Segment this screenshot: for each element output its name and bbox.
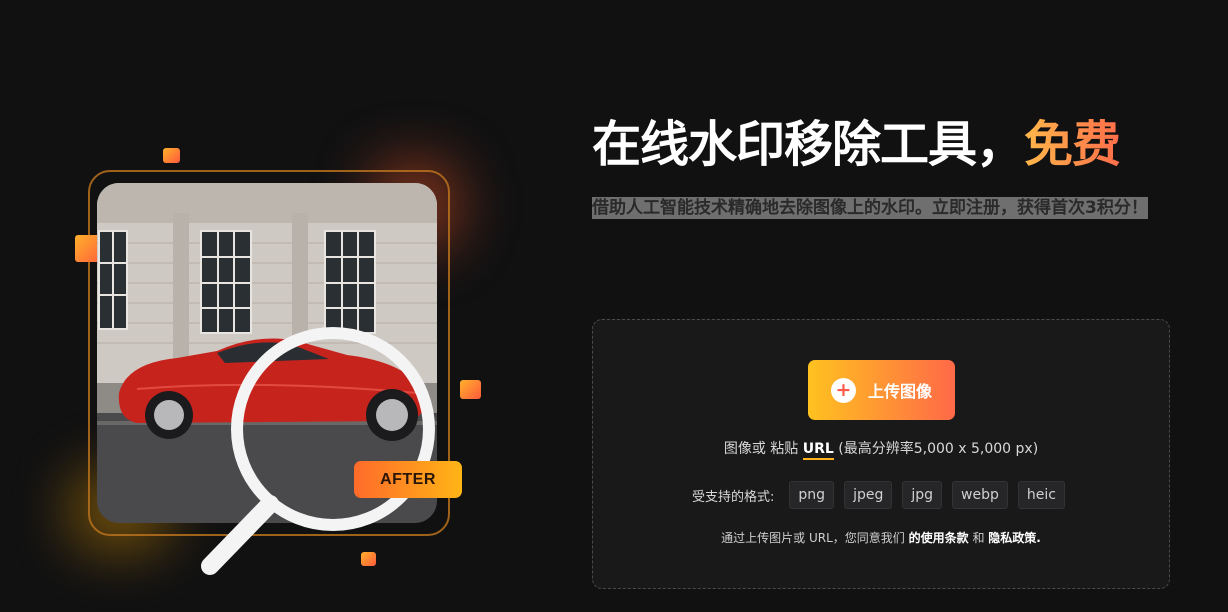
format-chip: jpg <box>902 481 943 509</box>
privacy-policy-link[interactable]: 隐私政策. <box>988 531 1041 545</box>
subtitle-text: 借助人工智能技术精确地去除图像上的水印。立即注册，获得首次3积分！ <box>592 197 1148 219</box>
format-chip: heic <box>1017 481 1065 509</box>
upload-button-label: 上传图像 <box>867 382 932 401</box>
format-chip: png <box>789 481 835 509</box>
magnifier-icon <box>201 327 435 575</box>
upload-dropzone[interactable]: + 上传图像 图像或 粘贴 URL (最高分辨率5,000 x 5,000 px… <box>592 319 1170 589</box>
hero-illustration: AFTER <box>0 0 560 612</box>
title-highlight: 免费 <box>1024 116 1121 173</box>
decor-square <box>460 380 481 399</box>
paste-suffix: (最高分辨率5,000 x 5,000 px) <box>838 441 1039 457</box>
terms-notice: 通过上传图片或 URL，您同意我们 的使用条款 和 隐私政策. <box>593 529 1169 546</box>
page-title: 在线水印移除工具，免费 <box>592 112 1121 178</box>
terms-and: 和 <box>972 531 985 545</box>
format-chip: jpeg <box>844 481 893 509</box>
paste-prefix: 图像或 粘贴 <box>723 441 799 457</box>
supported-formats: 受支持的格式: png jpeg jpg webp heic <box>593 481 1169 509</box>
terms-of-use-link[interactable]: 的使用条款 <box>909 531 969 545</box>
decor-square <box>163 148 180 163</box>
terms-prefix: 通过上传图片或 URL，您同意我们 <box>721 531 905 545</box>
format-chip: webp <box>952 481 1008 509</box>
paste-hint: 图像或 粘贴 URL (最高分辨率5,000 x 5,000 px) <box>593 438 1169 460</box>
formats-label: 受支持的格式: <box>692 489 775 505</box>
plus-icon: + <box>830 377 856 403</box>
title-main: 在线水印移除工具， <box>592 116 1025 173</box>
paste-url-link[interactable]: URL <box>802 441 834 460</box>
upload-image-button[interactable]: + 上传图像 <box>808 360 955 420</box>
hero-subtitle: 借助人工智能技术精确地去除图像上的水印。立即注册，获得首次3积分！ <box>592 194 1152 222</box>
after-badge: AFTER <box>354 461 462 498</box>
